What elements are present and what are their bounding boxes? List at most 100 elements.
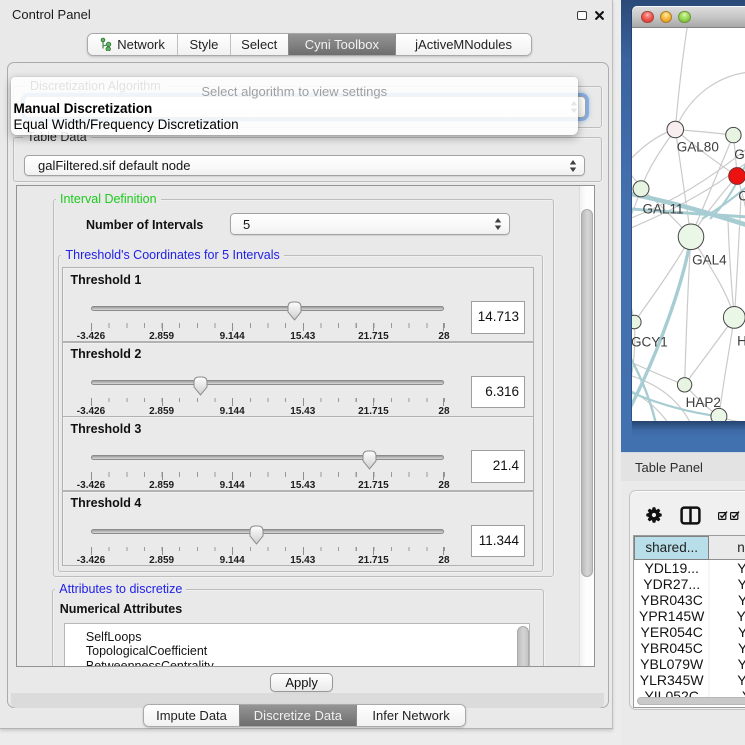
tab-jactivemnodules[interactable]: jActiveMNodules: [395, 34, 531, 55]
dropdown-item-equal-width-frequency[interactable]: Equal Width/Frequency Discretization: [11, 117, 579, 135]
slider-ticks: [91, 398, 445, 406]
threshold-2-slider-track[interactable]: [91, 380, 444, 385]
tick-label: 15.43: [275, 331, 331, 342]
zoom-traffic-light[interactable]: [678, 11, 690, 23]
tick-label: 9.144: [204, 406, 260, 417]
tick-label: 15.43: [275, 406, 331, 417]
tick-label: 9.144: [204, 480, 260, 491]
cell-shared-name: YDL19...: [634, 560, 709, 576]
combo-arrows-icon: [494, 218, 502, 231]
table-row[interactable]: YDL19...YDL194W: [634, 560, 745, 576]
minimize-traffic-light[interactable]: [660, 11, 672, 23]
threshold-4-value-field[interactable]: 11.344: [471, 525, 525, 558]
cell-name: YBL079W: [709, 656, 745, 672]
cell-name: YIL052C: [709, 688, 745, 696]
network-canvas[interactable]: GAL80 G C GAL11 GAL4 GCY1 H HAP2: [632, 28, 745, 421]
tab-impute-data-label: Impute Data: [156, 708, 227, 723]
columns-icon[interactable]: [680, 506, 701, 525]
node-bottom[interactable]: [711, 408, 727, 420]
node-label-gal4: GAL4: [692, 253, 727, 268]
list-item-topologicalcoefficient[interactable]: TopologicalCoefficient: [65, 644, 529, 659]
tab-network[interactable]: Network: [88, 34, 177, 55]
cell-shared-name: YER054C: [634, 624, 709, 640]
slider-ticks: [91, 472, 445, 480]
table-row[interactable]: YLR345WYLR345W: [634, 672, 745, 688]
checkbox-icon[interactable]: [718, 511, 728, 520]
horizontal-scrollbar-thumb[interactable]: [637, 697, 745, 705]
table-row[interactable]: YPR145WYPR145W: [634, 608, 745, 624]
table-row[interactable]: YER054CYER054C: [634, 624, 745, 640]
tab-select[interactable]: Select: [230, 34, 288, 55]
interval-definition-group-title: Interval Definition: [56, 192, 161, 207]
number-of-intervals-combobox[interactable]: 5: [230, 213, 511, 235]
node-hap2[interactable]: [677, 378, 691, 392]
list-scrollbar-thumb[interactable]: [517, 626, 529, 667]
algorithm-dropdown-popup: Select algorithm to view settings Manual…: [11, 77, 579, 135]
dropdown-item-manual-discretization[interactable]: Manual Discretization: [11, 100, 579, 117]
cell-name: YLR345W: [709, 672, 745, 688]
threshold-2-label: Threshold 2: [70, 347, 141, 361]
close-icon[interactable]: [595, 11, 604, 20]
table-row[interactable]: YIL052CYIL052C: [634, 688, 745, 696]
column-header-name[interactable]: name: [709, 536, 745, 560]
float-window-icon[interactable]: [577, 11, 587, 20]
vertical-scrollbar-thumb[interactable]: [581, 209, 593, 577]
threshold-4-slider-track[interactable]: [91, 529, 444, 534]
node-h[interactable]: [723, 307, 745, 329]
cell-shared-name: YLR345W: [634, 672, 709, 688]
cell-shared-name: YDR27...: [634, 576, 709, 592]
threshold-3-slider-track[interactable]: [91, 455, 444, 460]
node-red[interactable]: [728, 168, 745, 185]
node-gal4[interactable]: [678, 224, 704, 250]
threshold-1-slider-track[interactable]: [91, 306, 444, 311]
node-gal11[interactable]: [633, 181, 649, 197]
cell-name: YER054C: [709, 624, 745, 640]
apply-button[interactable]: Apply: [270, 673, 333, 692]
node-label-c: C: [738, 189, 745, 204]
threshold-2-slider-thumb[interactable]: [193, 376, 208, 396]
table-row[interactable]: YBR043CYBR043C: [634, 592, 745, 608]
dropdown-item-placeholder[interactable]: Select algorithm to view settings: [11, 77, 579, 100]
tick-label: 9.144: [204, 331, 260, 342]
threshold-3-value-field[interactable]: 21.4: [471, 450, 525, 483]
threshold-1-value-field[interactable]: 14.713: [471, 301, 525, 334]
tab-cyni-toolbox[interactable]: Cyni Toolbox: [288, 34, 396, 55]
table-row[interactable]: YDR27...YDR277C: [634, 576, 745, 592]
number-of-intervals-value: 5: [243, 214, 250, 234]
threshold-4-slider-thumb[interactable]: [249, 525, 264, 545]
table-row[interactable]: YBL079WYBL079W: [634, 656, 745, 672]
node-label-gal80: GAL80: [676, 140, 718, 155]
combo-arrows-icon: [569, 159, 577, 172]
threshold-2-value-field[interactable]: 6.316: [471, 376, 525, 409]
tab-infer-network[interactable]: Infer Network: [356, 705, 465, 726]
threshold-3-slider-thumb[interactable]: [362, 450, 377, 470]
tick-label: 21.715: [345, 406, 401, 417]
table-row[interactable]: YBR045CYBR045C: [634, 640, 745, 656]
numerical-attributes-label: Numerical Attributes: [60, 602, 182, 616]
column-header-shared-name[interactable]: shared...: [634, 536, 709, 560]
tab-impute-data[interactable]: Impute Data: [144, 705, 238, 726]
close-traffic-light[interactable]: [641, 11, 653, 23]
list-item-selfloops[interactable]: SelfLoops: [65, 624, 529, 645]
vertical-scrollbar-track[interactable]: [579, 186, 595, 667]
node-gcy1[interactable]: [632, 315, 641, 329]
threshold-1-slider-thumb[interactable]: [287, 301, 302, 321]
checkbox-icon[interactable]: [730, 511, 740, 520]
node-gal80[interactable]: [667, 121, 684, 138]
threshold-3-box: Threshold 3 -3.426 2.859 9.144 15.43 21.…: [62, 416, 534, 491]
node-label-hap2: HAP2: [685, 395, 720, 410]
settings-scroll-panel: Interval Definition Number of Intervals …: [16, 185, 596, 668]
tab-style[interactable]: Style: [177, 34, 230, 55]
list-item-betweennesscentrality[interactable]: BetweennessCentrality: [65, 659, 529, 667]
table-header-row: shared... name: [634, 536, 745, 560]
tick-label: 2.859: [134, 406, 190, 417]
node-g[interactable]: [725, 127, 740, 142]
gear-icon[interactable]: [646, 507, 662, 523]
tab-discretize-data[interactable]: Discretize Data: [239, 705, 357, 726]
cell-name: YBR045C: [709, 640, 745, 656]
tick-label: -3.426: [63, 555, 119, 566]
tab-network-label: Network: [117, 37, 165, 52]
tick-label: 28: [416, 480, 472, 491]
table-data-combobox[interactable]: galFiltered.sif default node: [24, 155, 585, 176]
interval-definition-group: Interval Definition Number of Intervals …: [53, 199, 554, 577]
